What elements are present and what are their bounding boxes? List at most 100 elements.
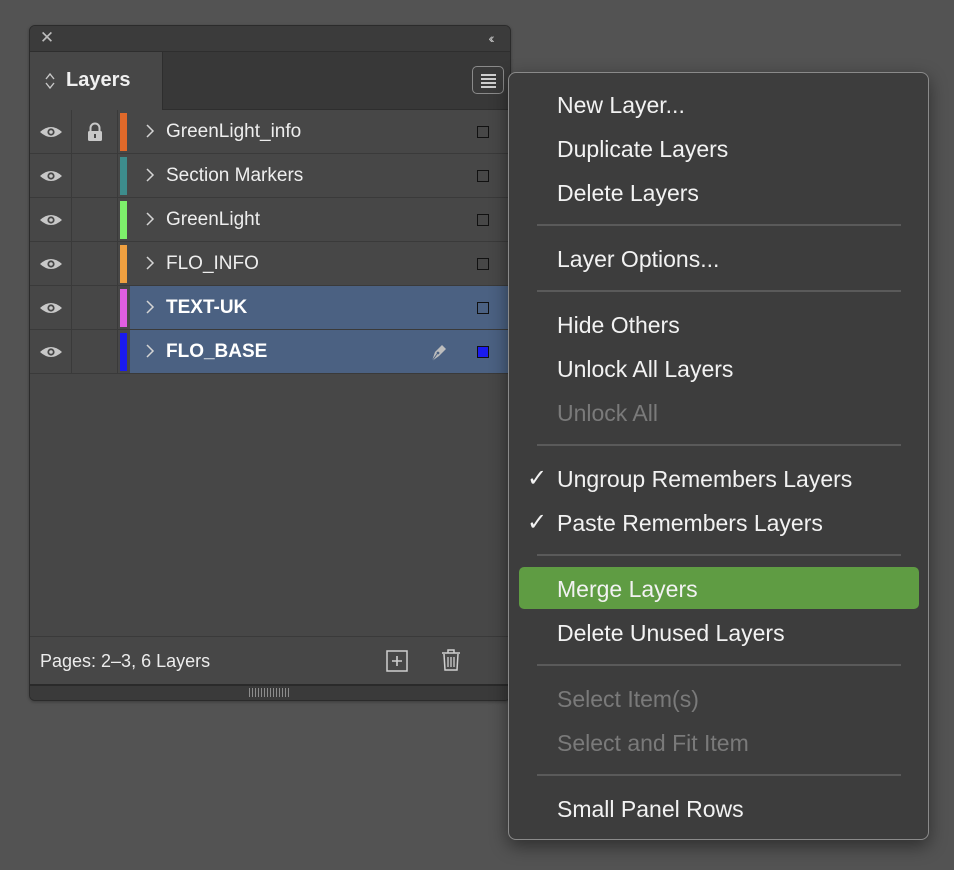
select-content-box[interactable] <box>477 258 489 270</box>
visibility-eye-icon[interactable] <box>30 110 72 153</box>
trash-icon[interactable] <box>440 648 462 672</box>
menu-item-layer-options[interactable]: Layer Options... <box>519 237 919 279</box>
lock-toggle[interactable] <box>72 154 118 197</box>
layer-name-cell[interactable]: GreenLight_info <box>130 110 510 153</box>
layer-name: Section Markers <box>166 165 304 186</box>
layer-row[interactable]: TEXT-UK <box>30 286 510 330</box>
pen-icon <box>428 341 450 363</box>
menu-item-label: Paste Remembers Layers <box>557 510 823 536</box>
menu-item-delete-unused-layers[interactable]: Delete Unused Layers <box>519 611 919 653</box>
menu-item-small-panel-rows[interactable]: Small Panel Rows <box>519 787 919 829</box>
layer-name: FLO_INFO <box>166 253 259 274</box>
layer-row[interactable]: Section Markers <box>30 154 510 198</box>
select-content-box[interactable] <box>477 214 489 226</box>
layer-name-cell[interactable]: Section Markers <box>130 154 510 197</box>
close-icon[interactable]: ✕ <box>38 29 56 47</box>
menu-item-select-and-fit-item: Select and Fit Item <box>519 721 919 763</box>
menu-item-ungroup-remembers-layers[interactable]: ✓ Ungroup Remembers Layers <box>519 457 919 499</box>
menu-item-label: Select and Fit Item <box>557 730 749 756</box>
menu-separator <box>537 224 901 226</box>
layer-name: GreenLight <box>166 209 261 230</box>
lock-toggle[interactable] <box>72 242 118 285</box>
layer-color-swatch <box>120 201 127 239</box>
grip-icon <box>249 688 289 697</box>
expand-chevron-icon[interactable] <box>145 253 159 273</box>
tab-layers-label: Layers <box>66 69 131 91</box>
menu-item-label: Duplicate Layers <box>557 136 729 162</box>
menu-item-unlock-all: Unlock All <box>519 391 919 433</box>
select-content-box[interactable] <box>477 346 489 358</box>
layer-name: TEXT-UK <box>166 297 248 318</box>
expand-chevron-icon[interactable] <box>145 297 159 317</box>
select-content-box[interactable] <box>477 170 489 182</box>
layer-row[interactable]: GreenLight_info <box>30 110 510 154</box>
menu-item-label: Ungroup Remembers Layers <box>557 466 853 492</box>
checkmark-icon: ✓ <box>527 465 548 492</box>
menu-item-label: Delete Layers <box>557 180 699 206</box>
menu-item-label: New Layer... <box>557 92 685 118</box>
tab-layers[interactable]: Layers <box>30 52 163 110</box>
layer-color-swatch <box>120 333 127 371</box>
panel-titlebar: ✕ ‹‹ <box>30 26 510 52</box>
visibility-eye-icon[interactable] <box>30 286 72 329</box>
layer-row[interactable]: FLO_INFO <box>30 242 510 286</box>
lock-toggle[interactable] <box>72 330 118 373</box>
layer-color-swatch <box>120 289 127 327</box>
collapse-panel-icon[interactable]: ‹‹ <box>480 29 500 47</box>
menu-item-label: Select Item(s) <box>557 686 699 712</box>
panel-footer: Pages: 2–3, 6 Layers <box>30 636 510 684</box>
expand-chevron-icon[interactable] <box>145 341 159 361</box>
menu-separator <box>537 774 901 776</box>
menu-separator <box>537 554 901 556</box>
layer-name-cell[interactable]: TEXT-UK <box>130 286 510 329</box>
visibility-eye-icon[interactable] <box>30 154 72 197</box>
menu-item-label: Layer Options... <box>557 246 720 272</box>
layer-name-cell[interactable]: FLO_BASE <box>130 330 510 373</box>
menu-item-label: Hide Others <box>557 312 680 338</box>
menu-item-label: Small Panel Rows <box>557 796 744 822</box>
menu-separator <box>537 290 901 292</box>
panel-tab-strip: Layers <box>30 52 510 110</box>
lock-icon[interactable] <box>72 110 118 153</box>
select-content-box[interactable] <box>477 126 489 138</box>
visibility-eye-icon[interactable] <box>30 330 72 373</box>
menu-item-label: Merge Layers <box>557 576 698 602</box>
layer-color-swatch <box>120 245 127 283</box>
layer-name: FLO_BASE <box>166 341 268 362</box>
expand-chevron-icon[interactable] <box>145 121 159 141</box>
layer-name-cell[interactable]: FLO_INFO <box>130 242 510 285</box>
expand-chevron-icon[interactable] <box>145 209 159 229</box>
menu-item-label: Unlock All <box>557 400 658 426</box>
layers-panel-menu: New Layer... Duplicate Layers Delete Layer… <box>508 72 929 840</box>
layers-panel: ✕ ‹‹ Layers GreenLight_info Section Marke… <box>29 25 511 701</box>
expand-chevron-icon[interactable] <box>145 165 159 185</box>
menu-item-label: Unlock All Layers <box>557 356 734 382</box>
menu-item-label: Delete Unused Layers <box>557 620 785 646</box>
menu-item-new-layer[interactable]: New Layer... <box>519 83 919 125</box>
panel-resize-handle[interactable] <box>30 684 510 700</box>
menu-separator <box>537 444 901 446</box>
menu-item-merge-layers[interactable]: Merge Layers <box>519 567 919 609</box>
menu-item-select-item-s: Select Item(s) <box>519 677 919 719</box>
menu-item-unlock-all-layers[interactable]: Unlock All Layers <box>519 347 919 389</box>
checkmark-icon: ✓ <box>527 509 548 536</box>
select-content-box[interactable] <box>477 302 489 314</box>
layer-color-swatch <box>120 157 127 195</box>
layer-name: GreenLight_info <box>166 121 302 142</box>
layer-row[interactable]: GreenLight <box>30 198 510 242</box>
menu-item-duplicate-layers[interactable]: Duplicate Layers <box>519 127 919 169</box>
layer-list: GreenLight_info Section Markers GreenLight… <box>30 110 510 636</box>
menu-item-paste-remembers-layers[interactable]: ✓ Paste Remembers Layers <box>519 501 919 543</box>
layer-color-swatch <box>120 113 127 151</box>
visibility-eye-icon[interactable] <box>30 198 72 241</box>
menu-item-hide-others[interactable]: Hide Others <box>519 303 919 345</box>
layer-row[interactable]: FLO_BASE <box>30 330 510 374</box>
lock-toggle[interactable] <box>72 286 118 329</box>
visibility-eye-icon[interactable] <box>30 242 72 285</box>
menu-item-delete-layers[interactable]: Delete Layers <box>519 171 919 213</box>
layer-name-cell[interactable]: GreenLight <box>130 198 510 241</box>
menu-separator <box>537 664 901 666</box>
new-layer-icon[interactable] <box>386 650 408 672</box>
lock-toggle[interactable] <box>72 198 118 241</box>
panel-menu-icon[interactable] <box>472 66 504 94</box>
